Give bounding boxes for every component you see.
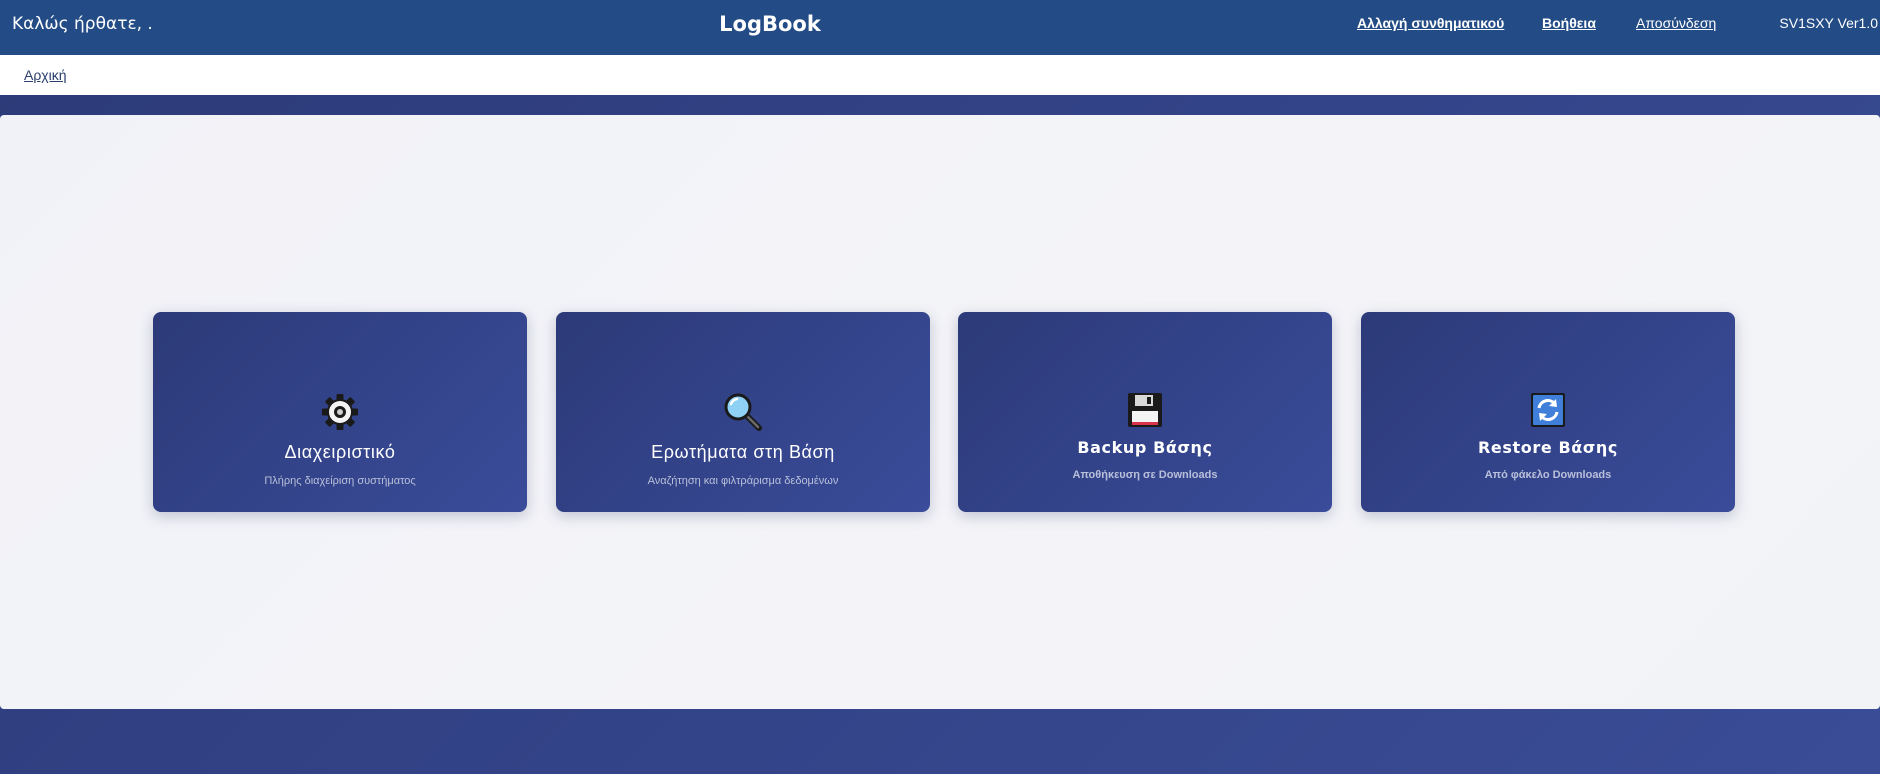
change-password-link[interactable]: Αλλαγή συνθηματικού xyxy=(1357,15,1504,31)
refresh-icon xyxy=(1361,390,1735,430)
gear-icon xyxy=(153,392,527,432)
queries-card-subtitle: Αναζήτηση και φιλτράρισμα δεδομένων xyxy=(647,475,839,487)
queries-card[interactable]: Ερωτήματα στη Βάση Αναζήτηση και φιλτράρ… xyxy=(556,312,930,512)
magnifier-icon xyxy=(556,392,930,432)
restore-card[interactable]: Restore Βάσης Από φάκελο Downloads xyxy=(1361,312,1735,512)
admin-card[interactable]: Διαχειριστικό Πλήρης διαχείριση συστήματ… xyxy=(153,312,527,512)
admin-card-subtitle: Πλήρης διαχείριση συστήματος xyxy=(264,475,416,487)
restore-card-title: Restore Βάσης xyxy=(1478,438,1618,457)
admin-card-title: Διαχειριστικό xyxy=(284,442,396,462)
backup-card-subtitle: Αποθήκευση σε Downloads xyxy=(1072,469,1218,481)
floppy-disk-icon xyxy=(958,390,1332,430)
logout-link[interactable]: Αποσύνδεση xyxy=(1636,15,1716,31)
breadcrumb-home-link[interactable]: Αρχική xyxy=(24,67,67,83)
help-link[interactable]: Βοήθεια xyxy=(1542,15,1596,31)
restore-card-subtitle: Από φάκελο Downloads xyxy=(1484,469,1612,481)
queries-card-title: Ερωτήματα στη Βάση xyxy=(651,442,835,462)
backup-card-title: Backup Βάσης xyxy=(1077,438,1213,457)
top-bar: Καλώς ήρθατε, . LogBook Αλλαγή συνθηματι… xyxy=(0,0,1880,55)
backup-card[interactable]: Backup Βάσης Αποθήκευση σε Downloads xyxy=(958,312,1332,512)
version-label: SV1SXY Ver1.0 xyxy=(1779,15,1878,31)
app-title: LogBook xyxy=(719,12,821,36)
breadcrumb: Αρχική xyxy=(0,55,1880,95)
